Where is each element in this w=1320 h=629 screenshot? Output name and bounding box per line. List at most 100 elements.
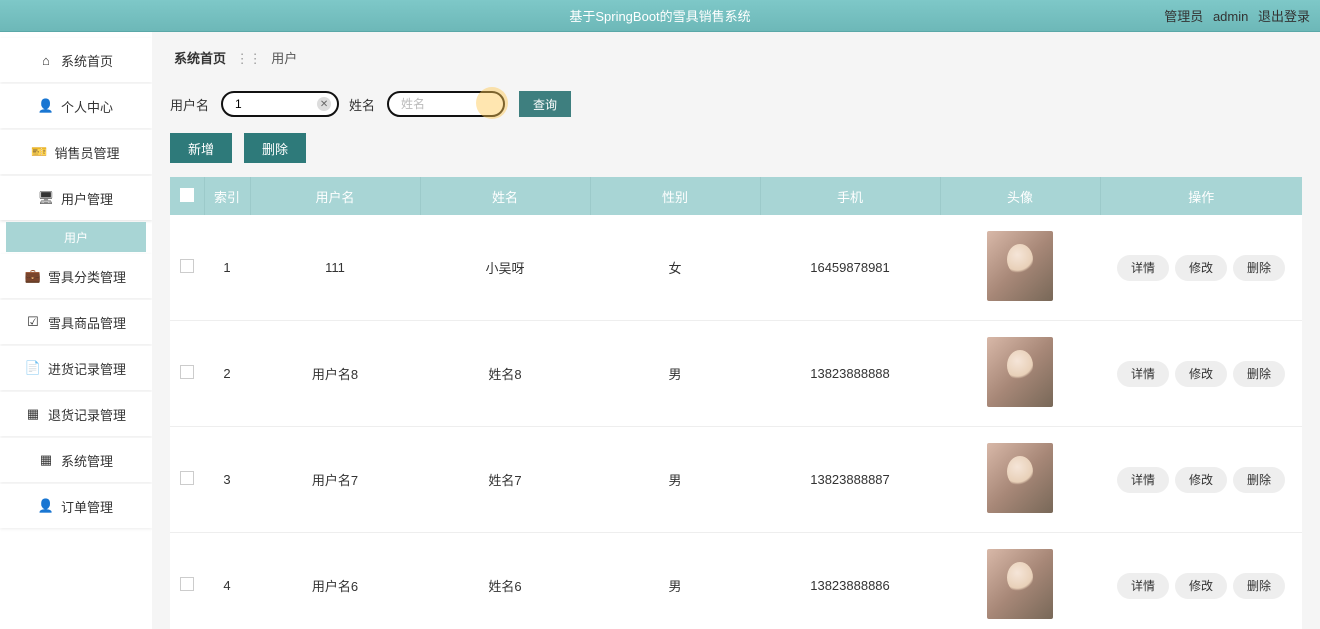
- app-title: 基于SpringBoot的雪具销售系统: [569, 6, 750, 25]
- sidebar-item-1[interactable]: 👤 个人中心: [0, 84, 152, 128]
- cell-name: 姓名8: [420, 321, 590, 427]
- sidebar-item-6[interactable]: 📄 进货记录管理: [0, 346, 152, 390]
- sidebar-item-label: 系统管理: [61, 451, 113, 470]
- username-input-wrap: ✕: [221, 91, 339, 117]
- table-header-row: 索引 用户名 姓名 性别 手机 头像 操作: [170, 177, 1302, 215]
- table-row: 3用户名7姓名7男13823888887 详情修改删除: [170, 427, 1302, 533]
- delete-button[interactable]: 删除: [244, 133, 306, 163]
- select-all-checkbox[interactable]: [180, 188, 194, 202]
- sidebar-item-label: 个人中心: [61, 97, 113, 116]
- sidebar-item-label: 系统首页: [61, 51, 113, 70]
- cell-gender: 男: [590, 321, 760, 427]
- row-delete-button[interactable]: 删除: [1233, 467, 1285, 493]
- sidebar-item-9[interactable]: 👤订单管理: [0, 484, 152, 528]
- detail-button[interactable]: 详情: [1117, 255, 1169, 281]
- grid-icon: ▦: [39, 453, 53, 467]
- cell-username: 用户名8: [250, 321, 420, 427]
- row-delete-button[interactable]: 删除: [1233, 361, 1285, 387]
- sidebar: ⌂ 系统首页 👤 个人中心 🎫 销售员管理 🖥 用户管理用户 💼 雪具分类管理 ☑ 雪具商品管理 📄 进货…: [0, 32, 152, 629]
- username-filter-label: 用户名: [170, 95, 209, 114]
- cell-gender: 男: [590, 427, 760, 533]
- breadcrumb-root[interactable]: 系统首页: [174, 51, 226, 66]
- cell-index: 3: [204, 427, 250, 533]
- cell-index: 2: [204, 321, 250, 427]
- sidebar-item-0[interactable]: ⌂ 系统首页: [0, 38, 152, 82]
- header-user-area: 管理员 admin 退出登录: [1158, 6, 1310, 25]
- sidebar-item-label: 退货记录管理: [48, 405, 126, 424]
- action-bar: 新增 删除: [170, 133, 1302, 163]
- briefcase-icon: 💼: [26, 269, 40, 283]
- row-checkbox[interactable]: [180, 471, 194, 485]
- edit-button[interactable]: 修改: [1175, 255, 1227, 281]
- sidebar-item-7[interactable]: ▦ 退货记录管理: [0, 392, 152, 436]
- cell-name: 姓名7: [420, 427, 590, 533]
- edit-button[interactable]: 修改: [1175, 573, 1227, 599]
- cell-name: 姓名6: [420, 533, 590, 629]
- col-name: 姓名: [420, 177, 590, 215]
- filter-bar: 用户名 ✕ 姓名 查询: [170, 81, 1302, 133]
- edit-button[interactable]: 修改: [1175, 361, 1227, 387]
- cell-username: 用户名7: [250, 427, 420, 533]
- cell-username: 111: [250, 215, 420, 321]
- sidebar-item-label: 订单管理: [61, 497, 113, 516]
- col-phone: 手机: [760, 177, 940, 215]
- breadcrumb-current: 用户: [271, 51, 297, 66]
- sidebar-item-2[interactable]: 🎫 销售员管理: [0, 130, 152, 174]
- ticket-icon: 🎫: [32, 145, 46, 159]
- row-delete-button[interactable]: 删除: [1233, 573, 1285, 599]
- avatar-image: [987, 337, 1053, 407]
- sidebar-item-label: 雪具分类管理: [48, 267, 126, 286]
- col-avatar: 头像: [940, 177, 1100, 215]
- row-checkbox[interactable]: [180, 577, 194, 591]
- cell-index: 1: [204, 215, 250, 321]
- row-delete-button[interactable]: 删除: [1233, 255, 1285, 281]
- detail-button[interactable]: 详情: [1117, 361, 1169, 387]
- col-index: 索引: [204, 177, 250, 215]
- sidebar-item-label: 雪具商品管理: [48, 313, 126, 332]
- breadcrumb-separator: ⋮⋮: [236, 51, 262, 66]
- cell-index: 4: [204, 533, 250, 629]
- breadcrumb: 系统首页 ⋮⋮ 用户: [170, 42, 1302, 81]
- doc-icon: 📄: [26, 361, 40, 375]
- cell-gender: 女: [590, 215, 760, 321]
- sidebar-item-label: 销售员管理: [54, 143, 119, 162]
- avatar-image: [987, 443, 1053, 513]
- sidebar-item-8[interactable]: ▦ 系统管理: [0, 438, 152, 482]
- name-input[interactable]: [387, 91, 505, 117]
- detail-button[interactable]: 详情: [1117, 573, 1169, 599]
- avatar-image: [987, 231, 1053, 301]
- check-box-icon: ☑: [26, 315, 40, 329]
- name-filter-label: 姓名: [349, 95, 375, 114]
- cell-name: 小吴呀: [420, 215, 590, 321]
- user-role: 管理员: [1164, 9, 1203, 24]
- sidebar-item-label: 进货记录管理: [48, 359, 126, 378]
- detail-button[interactable]: 详情: [1117, 467, 1169, 493]
- row-checkbox[interactable]: [180, 259, 194, 273]
- user-table: 索引 用户名 姓名 性别 手机 头像 操作 1111小吴呀女1645987898…: [170, 177, 1302, 629]
- home-icon: ⌂: [39, 53, 53, 67]
- add-button[interactable]: 新增: [170, 133, 232, 163]
- cell-phone: 16459878981: [760, 215, 940, 321]
- clear-username-icon[interactable]: ✕: [317, 97, 331, 111]
- table-row: 1111小吴呀女16459878981详情修改删除: [170, 215, 1302, 321]
- row-checkbox[interactable]: [180, 365, 194, 379]
- logout-link[interactable]: 退出登录: [1258, 9, 1310, 24]
- monitor-icon: 🖥: [39, 191, 53, 205]
- app-header: 基于SpringBoot的雪具销售系统 管理员 admin 退出登录: [0, 0, 1320, 32]
- cell-username: 用户名6: [250, 533, 420, 629]
- person-icon: 👤: [39, 99, 53, 113]
- table-row: 2用户名8姓名8男13823888888 详情修改删除: [170, 321, 1302, 427]
- sidebar-item-4[interactable]: 💼 雪具分类管理: [0, 254, 152, 298]
- user-name: admin: [1213, 9, 1248, 24]
- sidebar-item-label: 用户管理: [61, 189, 113, 208]
- col-gender: 性别: [590, 177, 760, 215]
- sidebar-item-5[interactable]: ☑ 雪具商品管理: [0, 300, 152, 344]
- cell-phone: 13823888888: [760, 321, 940, 427]
- search-button[interactable]: 查询: [519, 91, 571, 117]
- grid-icon: ▦: [26, 407, 40, 421]
- cell-phone: 13823888887: [760, 427, 940, 533]
- sidebar-item-3[interactable]: 🖥 用户管理: [0, 176, 152, 220]
- sidebar-subitem[interactable]: 用户: [6, 222, 146, 252]
- name-input-wrap: [387, 91, 505, 117]
- edit-button[interactable]: 修改: [1175, 467, 1227, 493]
